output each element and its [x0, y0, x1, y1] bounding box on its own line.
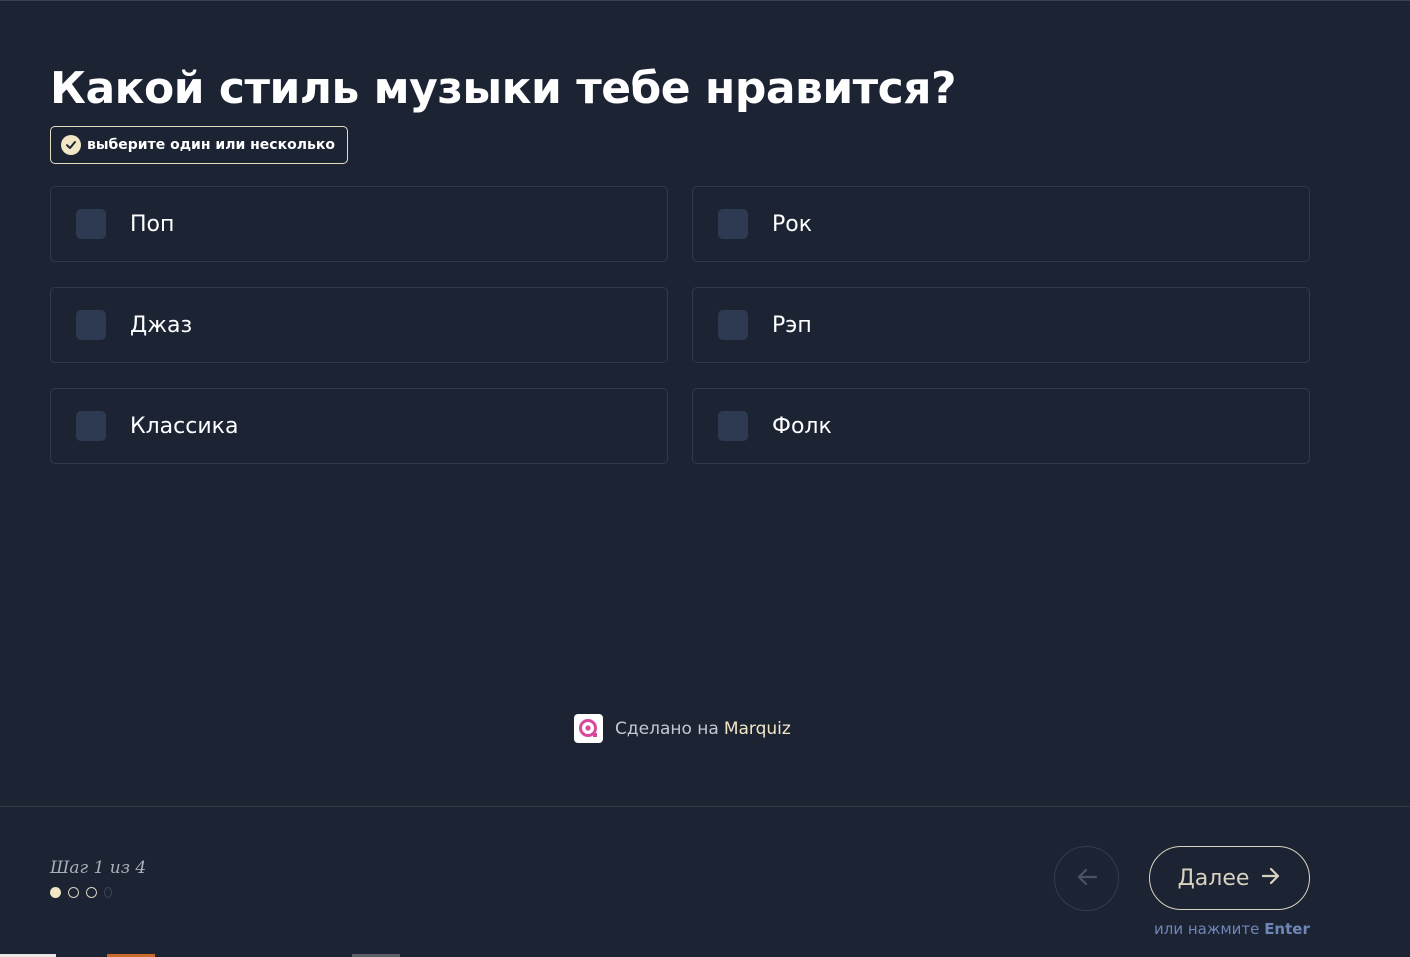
option-checkbox[interactable]: [718, 209, 748, 239]
enter-hint-key: Enter: [1264, 920, 1310, 938]
enter-hint-text: или нажмите: [1154, 920, 1260, 938]
option-label: Поп: [130, 211, 175, 237]
selection-hint-badge: выберите один или несколько: [50, 126, 348, 164]
selection-hint-text: выберите один или несколько: [87, 137, 335, 153]
option-checkbox[interactable]: [76, 209, 106, 239]
question-title: Какой стиль музыки тебе нравится?: [50, 63, 957, 114]
option-checkbox[interactable]: [76, 411, 106, 441]
option-classical[interactable]: Классика: [50, 388, 668, 464]
step-progress-dots: [50, 887, 112, 898]
made-with-marquiz-link[interactable]: Сделано на Marquiz: [574, 714, 791, 743]
option-checkbox[interactable]: [718, 310, 748, 340]
marquiz-logo-icon: [574, 714, 603, 743]
back-button[interactable]: [1054, 846, 1119, 911]
next-button[interactable]: Далее: [1149, 846, 1310, 910]
option-label: Рэп: [772, 312, 812, 338]
option-jazz[interactable]: Джаз: [50, 287, 668, 363]
arrow-left-icon: [1076, 868, 1098, 890]
option-rock[interactable]: Рок: [692, 186, 1310, 262]
option-checkbox[interactable]: [718, 411, 748, 441]
step-dot: [68, 887, 79, 898]
step-dot-current: [50, 887, 61, 898]
answer-options: Поп Рок Джаз Рэп Классика Фолк: [50, 186, 1310, 464]
next-button-label: Далее: [1177, 865, 1250, 891]
option-label: Фолк: [772, 413, 832, 439]
check-circle-icon: [61, 135, 81, 155]
option-label: Классика: [130, 413, 239, 439]
arrow-right-icon: [1261, 866, 1281, 891]
step-counter: Шаг 1 из 4: [50, 858, 147, 878]
option-pop[interactable]: Поп: [50, 186, 668, 262]
footer-divider: [0, 806, 1410, 807]
quiz-page: Какой стиль музыки тебе нравится? выбери…: [0, 0, 1410, 957]
brand-name: Marquiz: [723, 718, 791, 739]
step-dot: [86, 887, 97, 898]
option-rap[interactable]: Рэп: [692, 287, 1310, 363]
made-with-text: Сделано на: [615, 718, 719, 739]
enter-key-hint: или нажмите Enter: [1154, 920, 1310, 938]
step-dot: [104, 887, 112, 898]
option-folk[interactable]: Фолк: [692, 388, 1310, 464]
option-label: Джаз: [130, 312, 193, 338]
option-label: Рок: [772, 211, 813, 237]
option-checkbox[interactable]: [76, 310, 106, 340]
